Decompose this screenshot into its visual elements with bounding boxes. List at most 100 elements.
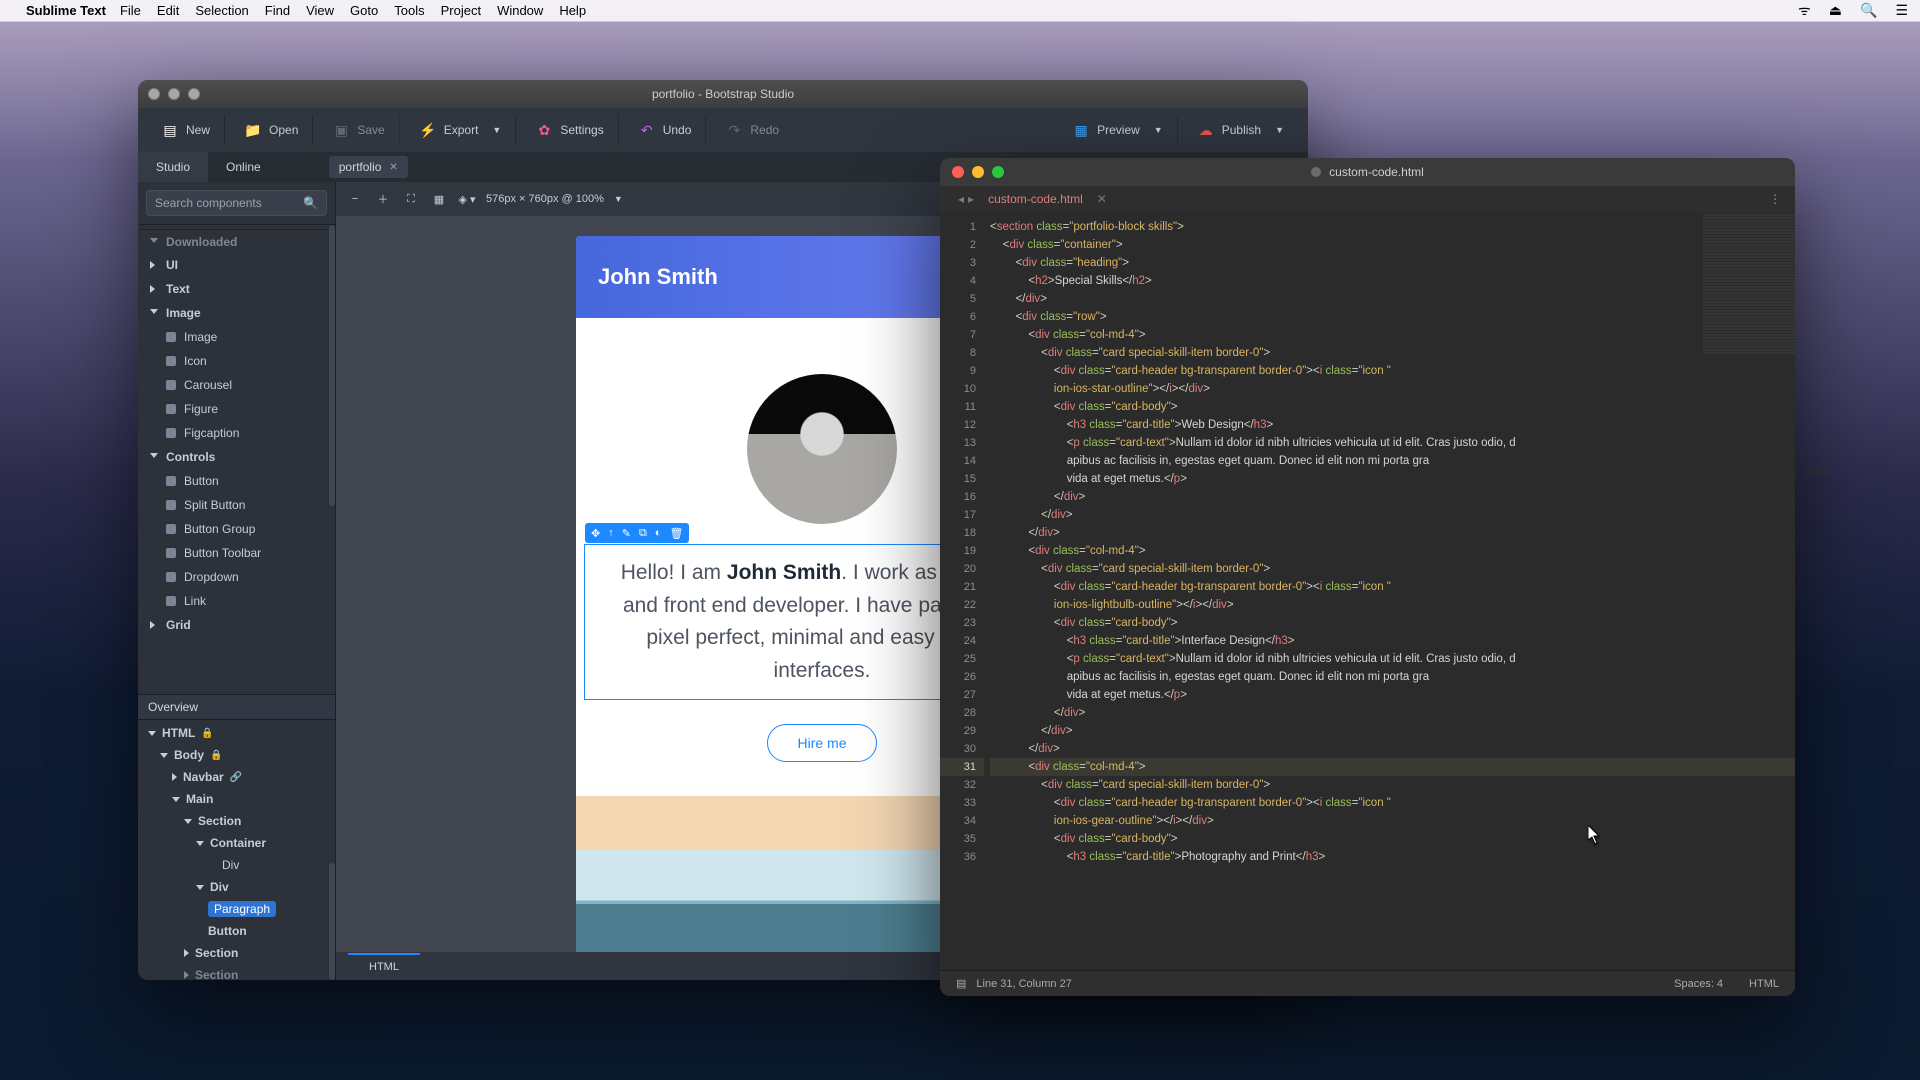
traffic-zoom-icon[interactable]	[992, 166, 1004, 178]
traffic-zoom-icon[interactable]	[188, 88, 200, 100]
status-spaces[interactable]: Spaces: 4	[1674, 978, 1723, 990]
redo-icon: ↷	[726, 122, 742, 138]
menu-project[interactable]: Project	[441, 3, 481, 18]
menu-window[interactable]: Window	[497, 3, 543, 18]
component-image: Image	[138, 325, 335, 349]
hire-me-button[interactable]: Hire me	[767, 724, 877, 762]
publish-button[interactable]: ☁Publish▼	[1184, 115, 1298, 145]
component-split-button: Split Button	[138, 493, 335, 517]
new-button[interactable]: ▤New	[148, 115, 225, 145]
bolt-icon: ⚡	[420, 122, 436, 138]
line-gutter[interactable]: 1234567891011121314151617181920212223242…	[940, 212, 984, 970]
minimap[interactable]	[1703, 214, 1795, 354]
export-button[interactable]: ⚡Export▼	[406, 115, 517, 145]
close-tab-icon[interactable]: ✕	[389, 162, 397, 173]
component-icon: Icon	[138, 349, 335, 373]
preview-icon: ▦	[1073, 122, 1089, 138]
layers-icon[interactable]: ◈ ▾	[458, 190, 476, 208]
zoom-info[interactable]: 576px × 760px @ 100%	[486, 193, 604, 205]
lock-icon: 🔒	[201, 728, 213, 739]
folder-icon: 📁	[245, 122, 261, 138]
search-input[interactable]: Search components 🔍	[146, 190, 327, 216]
file-icon: ▤	[162, 122, 178, 138]
window-titlebar[interactable]: portfolio - Bootstrap Studio	[138, 80, 1308, 108]
overview-header[interactable]: Overview	[138, 694, 335, 720]
sidebar: Search components 🔍 Downloaded UI Text I…	[138, 182, 336, 980]
gear-icon: ✿	[536, 122, 552, 138]
component-button: Button	[138, 469, 335, 493]
undo-button[interactable]: ↶Undo	[625, 115, 707, 145]
search-icon: 🔍	[303, 196, 318, 210]
menu-help[interactable]: Help	[559, 3, 586, 18]
close-tab-icon[interactable]: ✕	[1097, 192, 1107, 206]
file-tab[interactable]: custom-code.html✕	[978, 186, 1117, 212]
settings-button[interactable]: ✿Settings	[522, 115, 618, 145]
move-icon[interactable]: ✥	[591, 527, 600, 540]
hide-icon[interactable]: ◐	[655, 527, 662, 539]
sublime-window: custom-code.html ◂ ▸ custom-code.html✕ ⋮…	[940, 158, 1795, 996]
tab-next-icon[interactable]: ▸	[968, 192, 974, 206]
grid-icon[interactable]: ▦	[430, 190, 448, 208]
save-button[interactable]: ▣Save	[319, 115, 399, 145]
preview-button[interactable]: ▦Preview▼	[1059, 115, 1178, 145]
lock-icon: 🔒	[210, 750, 222, 761]
undo-icon: ↶	[639, 122, 655, 138]
edit-icon[interactable]: ✎	[622, 527, 631, 540]
traffic-minimize-icon[interactable]	[168, 88, 180, 100]
status-position[interactable]: Line 31, Column 27	[976, 978, 1071, 990]
component-button-toolbar: Button Toolbar	[138, 541, 335, 565]
window-title: portfolio - Bootstrap Studio	[652, 87, 794, 101]
tab-html[interactable]: HTML	[348, 953, 420, 979]
component-button-group: Button Group	[138, 517, 335, 541]
spotlight-icon[interactable]: 🔍	[1860, 2, 1877, 19]
traffic-close-icon[interactable]	[952, 166, 964, 178]
save-icon: ▣	[333, 122, 349, 138]
sublime-titlebar[interactable]: custom-code.html	[940, 158, 1795, 186]
menu-selection[interactable]: Selection	[195, 3, 248, 18]
menu-goto[interactable]: Goto	[350, 3, 378, 18]
macos-menubar: Sublime Text File Edit Selection Find Vi…	[0, 0, 1920, 22]
zoom-out-icon[interactable]: −	[346, 190, 364, 208]
tab-menu-icon[interactable]: ⋮	[1769, 192, 1781, 206]
component-dropdown: Dropdown	[138, 565, 335, 589]
app-title[interactable]: Sublime Text	[26, 3, 106, 18]
redo-button[interactable]: ↷Redo	[712, 115, 793, 145]
overview-tree[interactable]: HTML🔒 Body🔒 Navbar🔗 Main Section Contain…	[138, 720, 335, 980]
avatar-image[interactable]	[747, 374, 897, 524]
selected-paragraph[interactable]: Paragraph	[208, 901, 276, 917]
component-figcaption: Figcaption	[138, 421, 335, 445]
link-icon: 🔗	[230, 772, 242, 783]
tab-studio[interactable]: Studio	[138, 152, 208, 182]
components-tree[interactable]: Downloaded UI Text Image Image Icon Caro…	[138, 225, 335, 694]
tab-online[interactable]: Online	[208, 152, 279, 182]
selection-toolbar[interactable]: ✥ ↑ ✎ ⧉ ◐ 🗑	[585, 523, 689, 543]
fit-icon[interactable]: ⛶	[402, 190, 420, 208]
status-menu-icon[interactable]: ▤	[956, 977, 966, 990]
component-figure: Figure	[138, 397, 335, 421]
menu-view[interactable]: View	[306, 3, 334, 18]
component-carousel: Carousel	[138, 373, 335, 397]
status-lang[interactable]: HTML	[1749, 978, 1779, 990]
zoom-in-icon[interactable]: ＋	[374, 190, 392, 208]
menu-edit[interactable]: Edit	[157, 3, 179, 18]
component-link: Link	[138, 589, 335, 613]
file-dot-icon	[1311, 167, 1321, 177]
copy-icon[interactable]: ⧉	[639, 527, 647, 540]
doc-tab-portfolio[interactable]: portfolio✕	[329, 156, 408, 178]
code-editor[interactable]: <section class="portfolio-block skills">…	[984, 212, 1795, 970]
eject-icon[interactable]: ⏏	[1829, 2, 1842, 19]
up-icon[interactable]: ↑	[608, 527, 614, 539]
open-button[interactable]: 📁Open	[231, 115, 313, 145]
traffic-close-icon[interactable]	[148, 88, 160, 100]
menu-find[interactable]: Find	[265, 3, 290, 18]
main-toolbar: ▤New 📁Open ▣Save ⚡Export▼ ✿Settings ↶Und…	[138, 108, 1308, 152]
control-center-icon[interactable]: ☰	[1895, 2, 1908, 19]
trash-icon[interactable]: 🗑	[669, 527, 683, 540]
wifi-icon[interactable]: ᯤ	[1798, 1, 1811, 20]
tab-prev-icon[interactable]: ◂	[958, 192, 964, 206]
menu-file[interactable]: File	[120, 3, 141, 18]
menu-tools[interactable]: Tools	[394, 3, 424, 18]
cloud-icon: ☁	[1198, 122, 1214, 138]
wallpaper-boat	[1804, 468, 1832, 474]
traffic-minimize-icon[interactable]	[972, 166, 984, 178]
